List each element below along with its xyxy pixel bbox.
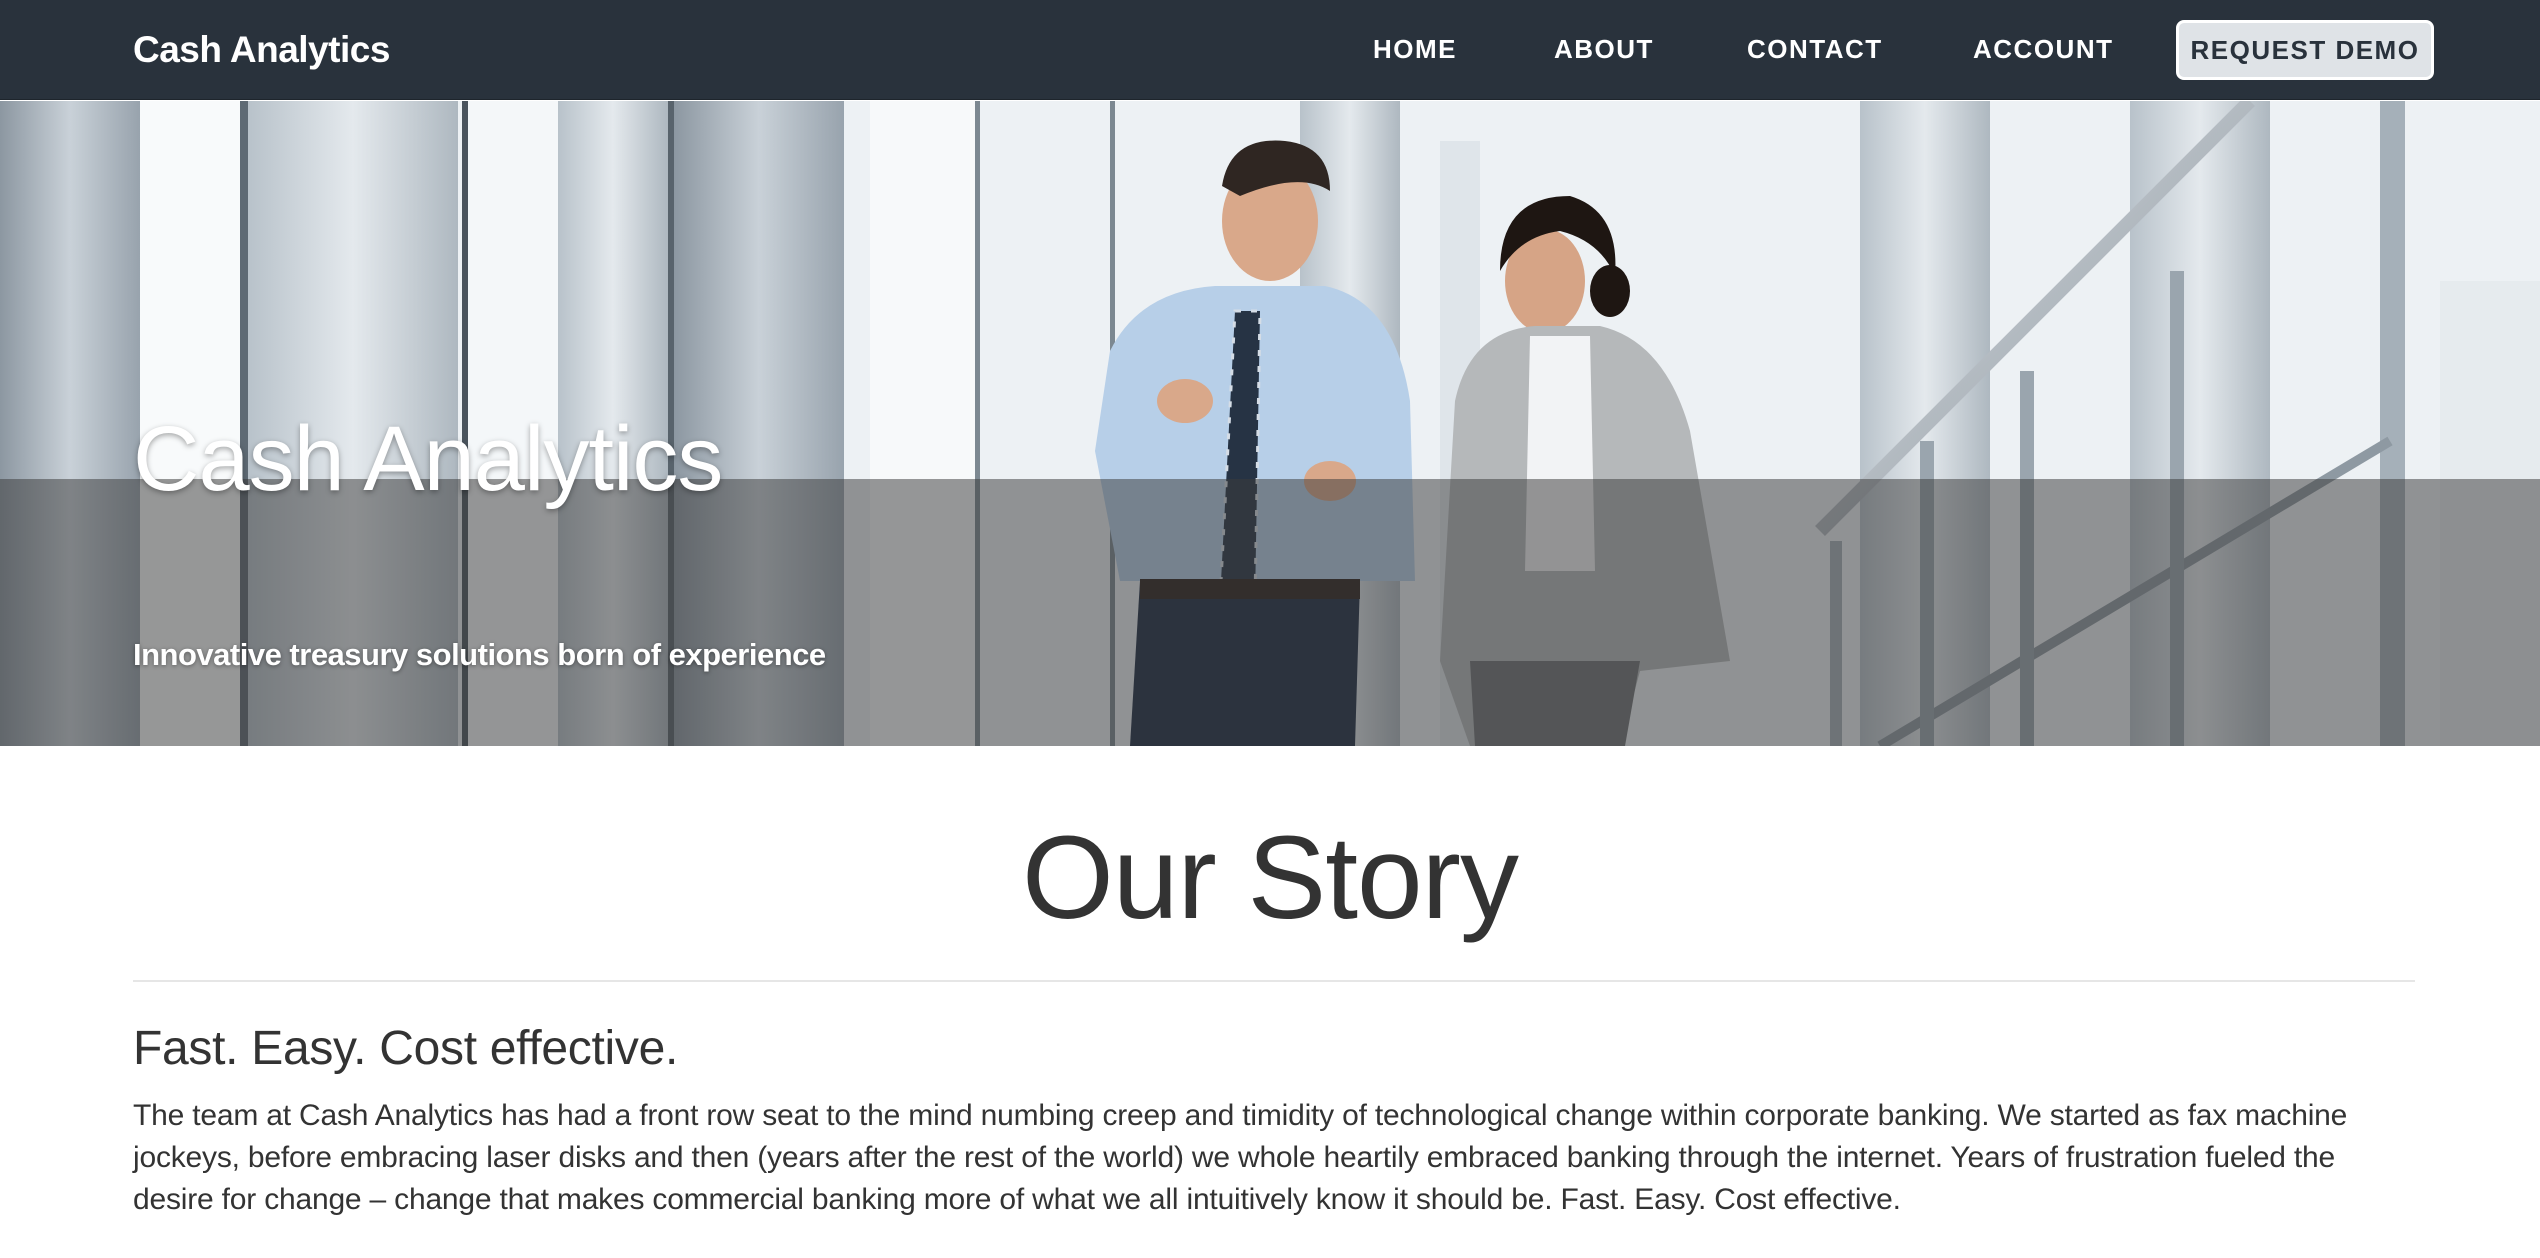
brand-logo-link[interactable]: Cash Analytics <box>133 27 390 73</box>
nav-about-link[interactable]: ABOUT <box>1554 33 1654 65</box>
request-demo-button[interactable]: REQUEST DEMO <box>2176 20 2434 80</box>
story-paragraph: The team at Cash Analytics has had a fro… <box>133 1099 2348 1216</box>
hero-text-overlay <box>0 479 2540 746</box>
section-heading: Fast. Easy. Cost effective. <box>133 1022 679 1075</box>
nav-home-link[interactable]: HOME <box>1373 33 1457 65</box>
hero-title: Cash Analytics <box>133 408 723 510</box>
nav-account-link[interactable]: ACCOUNT <box>1973 33 2114 65</box>
our-story-title: Our Story <box>1022 812 1519 944</box>
hero-subtitle: Innovative treasury solutions born of ex… <box>133 637 826 672</box>
section-divider <box>133 980 2415 982</box>
nav-contact-link[interactable]: CONTACT <box>1747 33 1883 65</box>
top-navbar: Cash Analytics HOME ABOUT CONTACT ACCOUN… <box>0 0 2540 100</box>
